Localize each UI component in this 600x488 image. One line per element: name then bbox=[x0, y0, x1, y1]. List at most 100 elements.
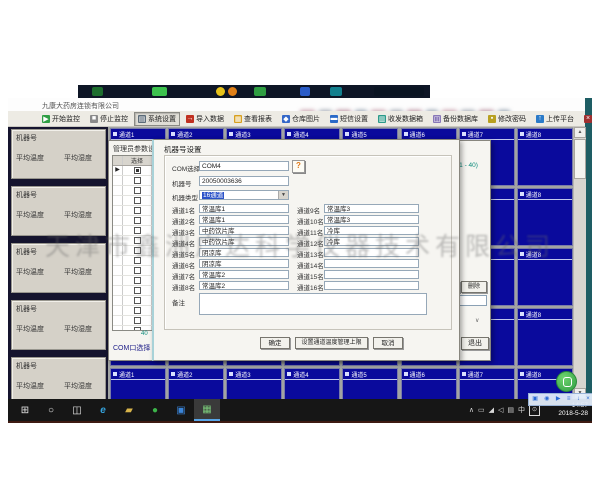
network-icon[interactable]: ▤ bbox=[507, 406, 514, 414]
channel-cell[interactable]: 通道6 bbox=[401, 368, 457, 399]
edge-icon[interactable]: e bbox=[90, 399, 116, 421]
spinner-down-icon[interactable]: ∨ bbox=[475, 317, 479, 324]
row-checkbox[interactable] bbox=[134, 197, 141, 204]
capture-toolbar[interactable]: ▣ ◉ ▶ ≡ ↓ × bbox=[528, 393, 592, 406]
channel-cell[interactable]: 通道8 bbox=[517, 308, 573, 366]
channel-name-field[interactable]: 冷库 bbox=[324, 226, 419, 235]
scroll-up-icon[interactable]: ▲ bbox=[574, 127, 586, 138]
machine-type-select[interactable]: 16通道 ▼ bbox=[199, 190, 289, 200]
channel-name-field[interactable] bbox=[324, 281, 419, 290]
pin-icon[interactable]: ▣ bbox=[532, 395, 538, 404]
channel-cell[interactable]: 通道2 bbox=[168, 368, 224, 399]
sms-settings-button[interactable]: ▬短信设置 bbox=[326, 112, 372, 126]
cancel-button[interactable]: 取消 bbox=[373, 337, 403, 349]
data-inbox-button[interactable]: ▥收发数据箱 bbox=[374, 112, 427, 126]
channel-cell[interactable]: 通道3 bbox=[226, 368, 282, 399]
row-checkbox[interactable] bbox=[134, 217, 141, 224]
row-checkbox[interactable] bbox=[134, 237, 141, 244]
channel-name-field[interactable]: 常温库3 bbox=[324, 215, 419, 224]
signal-icon[interactable]: ◢ bbox=[489, 406, 494, 414]
admin-exit-button[interactable]: 退出 bbox=[461, 337, 489, 350]
machine-summary-panel: 机器号平均温度平均湿度 bbox=[11, 186, 106, 236]
chevron-down-icon[interactable]: ▼ bbox=[278, 191, 288, 199]
ime-icon[interactable]: 中 bbox=[518, 405, 525, 415]
channel-name-field[interactable]: 常温库1 bbox=[199, 215, 289, 224]
row-checkbox[interactable] bbox=[134, 297, 141, 304]
channel-icon bbox=[171, 132, 175, 136]
row-checkbox[interactable] bbox=[134, 227, 141, 234]
change-password-button[interactable]: ▪修改密码 bbox=[484, 112, 530, 126]
upload-platform-button[interactable]: ↑上传平台 bbox=[532, 112, 578, 126]
monitor-app-icon[interactable]: ▦ bbox=[194, 399, 220, 421]
channel-cell[interactable]: 通道1 bbox=[110, 368, 166, 399]
ok-button[interactable]: 确定 bbox=[260, 337, 290, 349]
system-settings-button[interactable]: ▤系统设置 bbox=[134, 112, 180, 126]
row-checkbox[interactable] bbox=[134, 247, 141, 254]
row-checkbox[interactable] bbox=[134, 277, 141, 284]
import-data-button[interactable]: →导入数据 bbox=[182, 112, 228, 126]
start-button[interactable]: ⊞ bbox=[12, 399, 38, 421]
menu-icon[interactable]: ≡ bbox=[567, 395, 571, 404]
row-checkbox[interactable] bbox=[134, 287, 141, 294]
explorer-icon[interactable]: ▰ bbox=[116, 399, 142, 421]
settings-box-icon[interactable]: ⊙ bbox=[529, 405, 540, 416]
warehouse-photo-button[interactable]: ◆仓库图片 bbox=[278, 112, 324, 126]
download-icon[interactable]: ↓ bbox=[577, 395, 580, 404]
row-checkbox[interactable] bbox=[134, 207, 141, 214]
row-checkbox[interactable] bbox=[134, 257, 141, 264]
channel-cell[interactable]: 通道4 bbox=[284, 368, 340, 399]
green-app-icon[interactable]: ● bbox=[142, 399, 168, 421]
exit-button[interactable]: ×退出 bbox=[580, 112, 592, 126]
vertical-scrollbar[interactable]: ▲ ▼ bbox=[573, 127, 586, 399]
channel-name-field[interactable]: 常温库2 bbox=[199, 270, 289, 279]
set-limit-button[interactable]: 设置通道温度管理上限 bbox=[295, 337, 368, 349]
delete-button[interactable]: 删除 bbox=[461, 281, 487, 293]
channel-cell[interactable]: 通道7 bbox=[459, 368, 515, 399]
remark-textarea[interactable] bbox=[199, 293, 427, 315]
channel-cell[interactable]: 通道8 bbox=[517, 188, 573, 246]
row-checkbox[interactable] bbox=[134, 177, 141, 184]
laptop-icon[interactable]: ▭ bbox=[478, 406, 485, 414]
play-icon[interactable]: ▶ bbox=[556, 395, 561, 404]
channel-name-field[interactable] bbox=[324, 259, 419, 268]
exit-icon: × bbox=[584, 115, 592, 123]
machine-no-field[interactable]: 20050003636 bbox=[199, 176, 289, 186]
row-checkbox[interactable] bbox=[134, 307, 141, 314]
channel-name-field[interactable]: 常温库3 bbox=[324, 204, 419, 213]
row-checkbox[interactable] bbox=[134, 187, 141, 194]
blue-app-icon[interactable]: ▣ bbox=[168, 399, 194, 421]
tray-expand-icon[interactable]: ∧ bbox=[469, 406, 474, 414]
scrollbar-thumb[interactable] bbox=[574, 139, 586, 179]
help-button[interactable]: ? bbox=[292, 160, 305, 173]
task-view-icon[interactable]: ◫ bbox=[64, 399, 90, 421]
channel-label: 通道6名 bbox=[172, 260, 195, 270]
row-marker bbox=[113, 326, 123, 331]
channel-name-field[interactable]: 冷库 bbox=[324, 237, 419, 246]
volume-icon[interactable]: ◁ bbox=[498, 406, 503, 414]
row-checkbox[interactable] bbox=[134, 167, 141, 174]
channel-cell[interactable]: 通道8 bbox=[517, 248, 573, 306]
start-monitor-button[interactable]: ▶开始监控 bbox=[38, 112, 84, 126]
avg-humidity-label: 平均湿度 bbox=[64, 267, 92, 277]
channel-name-field[interactable]: 常温库1 bbox=[199, 204, 289, 213]
channel-name-field[interactable]: 常温库2 bbox=[199, 281, 289, 290]
channel-name-field[interactable]: 中药饮片库 bbox=[199, 226, 289, 235]
view-report-button[interactable]: ▦查看报表 bbox=[230, 112, 276, 126]
channel-name-field[interactable]: 阴凉库 bbox=[199, 248, 289, 257]
backup-db-button[interactable]: ◫备份数据库 bbox=[429, 112, 482, 126]
channel-cell[interactable]: 通道5 bbox=[342, 368, 398, 399]
row-checkbox[interactable] bbox=[134, 267, 141, 274]
channel-name-field[interactable] bbox=[324, 270, 419, 279]
row-checkbox[interactable] bbox=[134, 317, 141, 324]
channel-cell[interactable]: 通道8 bbox=[517, 128, 573, 186]
stop-monitor-button[interactable]: ■停止监控 bbox=[86, 112, 132, 126]
row-checkbox[interactable] bbox=[134, 327, 141, 331]
search-icon[interactable]: ○ bbox=[38, 399, 64, 421]
channel-name-field[interactable]: 阴凉库 bbox=[199, 259, 289, 268]
messenger-icon[interactable] bbox=[556, 371, 577, 392]
com-field[interactable]: COM4 bbox=[199, 161, 289, 171]
close-icon[interactable]: × bbox=[586, 395, 590, 404]
record-icon[interactable]: ◉ bbox=[544, 395, 549, 404]
channel-name-field[interactable]: 中药饮片库 bbox=[199, 237, 289, 246]
channel-name-field[interactable] bbox=[324, 248, 419, 257]
